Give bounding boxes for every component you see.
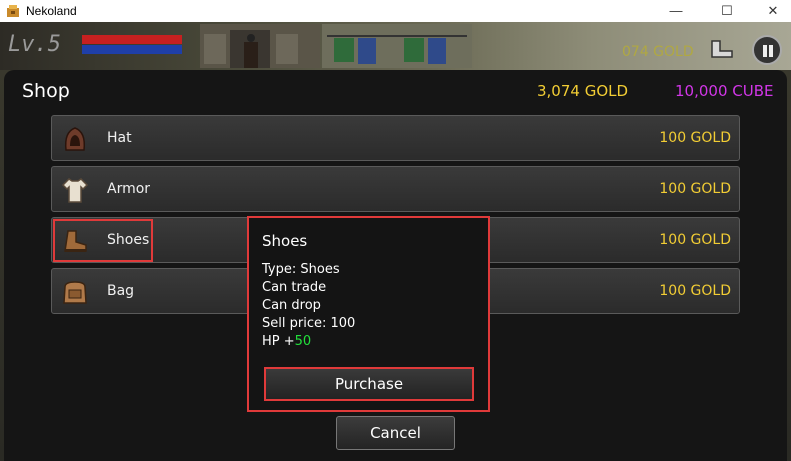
app-icon: [7, 5, 19, 17]
tooltip-title: Shoes: [262, 232, 308, 250]
title-bar: Nekoland — ☐ ✕: [0, 0, 791, 22]
cube-total: 10,000 CUBE: [675, 82, 774, 100]
gold-total: 3,074 GOLD: [537, 82, 629, 100]
close-button[interactable]: ✕: [750, 0, 791, 22]
selection-highlight: [53, 219, 153, 262]
tooltip-drop: Can drop: [262, 298, 321, 313]
hp-label: HP +: [262, 334, 295, 349]
cancel-button[interactable]: Cancel: [336, 416, 455, 450]
shirt-icon: [61, 178, 89, 203]
item-tooltip: Shoes Type: Shoes Can trade Can drop Sel…: [247, 216, 490, 412]
clothes-rack-image: [322, 24, 472, 68]
item-price: 100 GOLD: [659, 130, 731, 146]
shop-item-hat[interactable]: Hat 100 GOLD: [51, 115, 740, 161]
tooltip-trade: Can trade: [262, 280, 327, 295]
shoe-shop-icon[interactable]: [708, 37, 736, 61]
shop-title: Shop: [22, 80, 70, 102]
tooltip-hp-bonus: HP +50: [262, 334, 311, 349]
hp-value: 50: [294, 334, 312, 349]
hood-icon: [64, 127, 86, 151]
maximize-button[interactable]: ☐: [704, 0, 750, 22]
item-name: Armor: [107, 181, 151, 197]
purchase-button[interactable]: Purchase: [264, 367, 474, 401]
shop-item-armor[interactable]: Armor 100 GOLD: [51, 166, 740, 212]
mp-bar: [82, 45, 182, 54]
house-facade-image: [200, 24, 320, 68]
hp-bar: [82, 35, 182, 44]
item-name: Hat: [107, 130, 132, 146]
item-name: Bag: [107, 283, 135, 299]
pause-button[interactable]: [752, 35, 782, 65]
item-price: 100 GOLD: [659, 232, 731, 248]
bag-icon: [63, 281, 87, 304]
hud-gold: 074 GOLD: [622, 44, 694, 60]
player-level: Lv.5: [8, 32, 61, 57]
item-price: 100 GOLD: [659, 181, 731, 197]
tooltip-type: Type: Shoes: [262, 262, 340, 277]
minimize-button[interactable]: —: [653, 0, 699, 22]
tooltip-sell-price: Sell price: 100: [262, 316, 356, 331]
item-price: 100 GOLD: [659, 283, 731, 299]
window-title: Nekoland: [26, 4, 77, 18]
